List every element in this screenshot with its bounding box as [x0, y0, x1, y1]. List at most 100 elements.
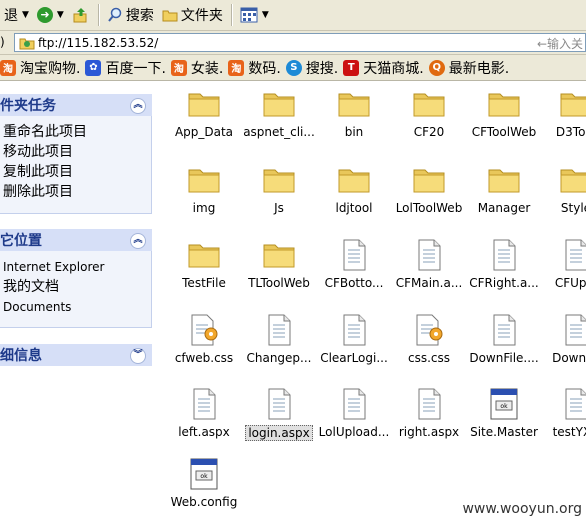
- file-item[interactable]: css.css: [391, 314, 467, 365]
- aspx-file-icon: [337, 314, 371, 348]
- folder-item[interactable]: App_Data: [166, 88, 242, 139]
- file-item[interactable]: left.aspx: [166, 388, 242, 439]
- aspx-file-icon: [487, 314, 521, 348]
- file-name: D3Tool: [555, 125, 586, 139]
- other-places-header[interactable]: 它位置 ︽: [0, 229, 152, 251]
- folder-item[interactable]: LolToolWeb: [391, 164, 467, 215]
- file-name: CFMain.a...: [395, 276, 463, 290]
- folders-button[interactable]: 文件夹: [158, 3, 227, 27]
- folder-item[interactable]: CFToolWeb: [466, 88, 542, 139]
- file-item[interactable]: CFRight.a...: [466, 239, 542, 290]
- place-my-documents[interactable]: 我的文档: [3, 277, 151, 297]
- file-item[interactable]: CFMain.a...: [391, 239, 467, 290]
- up-folder-button[interactable]: [68, 3, 94, 27]
- file-item[interactable]: CFBotto...: [316, 239, 392, 290]
- file-item[interactable]: LolUpload...: [316, 388, 392, 439]
- folder-item[interactable]: aspnet_cli...: [241, 88, 317, 139]
- folder-item[interactable]: img: [166, 164, 242, 215]
- dropdown-arrow-icon[interactable]: ▼: [22, 10, 29, 20]
- folder-icon: [487, 164, 521, 198]
- folder-item[interactable]: D3Tool: [538, 88, 586, 139]
- expand-icon[interactable]: ︾: [130, 348, 146, 364]
- dropdown-arrow-icon[interactable]: ▼: [262, 10, 269, 20]
- forward-button[interactable]: ➜ ▼: [33, 3, 68, 27]
- file-item[interactable]: testYXB: [538, 388, 586, 439]
- folder-icon: [487, 88, 521, 122]
- link-womens-clothing[interactable]: 淘 女装.: [170, 58, 223, 78]
- baidu-paw-icon: ✿: [85, 59, 102, 76]
- file-name: Site.Master: [470, 425, 538, 439]
- file-name: Js: [274, 201, 284, 215]
- file-name: Manager: [477, 201, 531, 215]
- task-rename[interactable]: 重命名此项目: [3, 122, 151, 142]
- file-name: App_Data: [174, 125, 234, 139]
- collapse-icon[interactable]: ︽: [130, 233, 146, 249]
- folder-tasks-header[interactable]: 件夹任务 ︽: [0, 94, 152, 116]
- file-name: TestFile: [182, 276, 226, 290]
- file-item[interactable]: login.aspx: [241, 388, 317, 441]
- aspx-file-icon: [262, 314, 296, 348]
- file-name: ClearLogi...: [320, 351, 388, 365]
- dropdown-arrow-icon[interactable]: ▼: [57, 10, 64, 20]
- task-move[interactable]: 移动此项目: [3, 142, 151, 162]
- file-name: bin: [344, 125, 364, 139]
- folder-item[interactable]: ldjtool: [316, 164, 392, 215]
- taobao-icon: 淘: [170, 59, 187, 76]
- details-header[interactable]: 细信息 ︾: [0, 344, 152, 366]
- forward-icon: ➜: [36, 7, 53, 23]
- task-delete[interactable]: 删除此项目: [3, 182, 151, 202]
- folder-icon: [559, 164, 586, 198]
- folder-item[interactable]: Style: [538, 164, 586, 215]
- folder-icon: [187, 239, 221, 273]
- folder-icon: [187, 164, 221, 198]
- link-soso[interactable]: S 搜搜.: [285, 58, 339, 78]
- place-internet-explorer[interactable]: Internet Explorer: [3, 257, 151, 277]
- file-item[interactable]: CFUplo: [538, 239, 586, 290]
- file-name: Web.config: [170, 495, 238, 509]
- search-button[interactable]: 搜索: [103, 3, 158, 27]
- file-item[interactable]: DownFile....: [466, 314, 542, 365]
- folder-tasks-body: 重命名此项目 移动此项目 复制此项目 删除此项目: [0, 116, 152, 214]
- link-tmall[interactable]: T 天猫商城.: [343, 58, 424, 78]
- aspx-file-icon: [559, 388, 586, 422]
- file-name: DownFile....: [469, 351, 539, 365]
- file-name: Style: [560, 201, 586, 215]
- link-taobao[interactable]: 淘 淘宝购物.: [0, 58, 80, 78]
- views-button[interactable]: ▼: [236, 3, 273, 27]
- folder-item[interactable]: TLToolWeb: [241, 239, 317, 290]
- css-file-icon: [412, 314, 446, 348]
- address-input[interactable]: ftp://115.182.53.52/ ←输入关: [14, 33, 586, 52]
- link-baidu[interactable]: ✿ 百度一下.: [85, 58, 166, 78]
- file-item[interactable]: ok Web.config: [166, 458, 242, 509]
- file-item[interactable]: ClearLogi...: [316, 314, 392, 365]
- back-button[interactable]: 退 ▼: [0, 3, 33, 27]
- collapse-icon[interactable]: ︽: [130, 98, 146, 114]
- file-item[interactable]: ok Site.Master: [466, 388, 542, 439]
- file-name: aspnet_cli...: [243, 125, 315, 139]
- panel-title: 件夹任务: [0, 98, 56, 114]
- folder-item[interactable]: CF20: [391, 88, 467, 139]
- toolbar-separator: [97, 4, 99, 26]
- file-name: LolUpload...: [318, 425, 390, 439]
- link-label: 天猫商城.: [363, 60, 424, 77]
- file-item[interactable]: DownLo: [538, 314, 586, 365]
- file-name: CFUplo: [554, 276, 586, 290]
- folder-item[interactable]: Js: [241, 164, 317, 215]
- folder-item[interactable]: Manager: [466, 164, 542, 215]
- back-label: 退: [4, 8, 18, 24]
- link-digital[interactable]: 淘 数码.: [228, 58, 281, 78]
- file-item[interactable]: right.aspx: [391, 388, 467, 439]
- file-item[interactable]: cfweb.css: [166, 314, 242, 365]
- link-label: 搜搜.: [305, 60, 339, 77]
- task-copy[interactable]: 复制此项目: [3, 162, 151, 182]
- link-movies[interactable]: Q 最新电影.: [428, 58, 510, 78]
- folder-item[interactable]: bin: [316, 88, 392, 139]
- folder-item[interactable]: TestFile: [166, 239, 242, 290]
- link-label: 最新电影.: [448, 60, 510, 77]
- config-file-icon: ok: [487, 388, 521, 422]
- place-documents[interactable]: Documents: [3, 297, 151, 317]
- file-name: img: [192, 201, 216, 215]
- file-item[interactable]: Changep...: [241, 314, 317, 365]
- file-name: CFRight.a...: [469, 276, 539, 290]
- soso-icon: S: [285, 59, 302, 76]
